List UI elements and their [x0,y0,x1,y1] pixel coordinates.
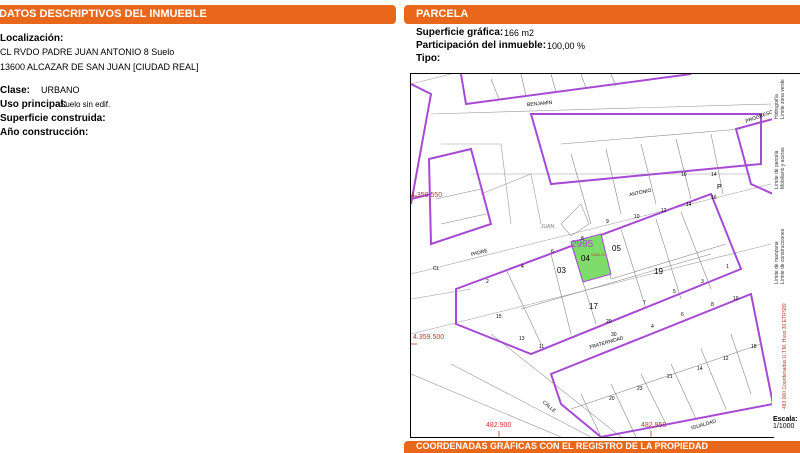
coord-x-right: 482.950 [641,422,667,429]
house-number: 13 [519,336,525,342]
house-number: 5 [673,289,676,295]
parcel-19-label: 19 [654,267,663,276]
house-number: 2 [486,279,489,285]
legend-projection: 483.000 Coordenadas U.T.M. Huso 30 ETRS8… [782,303,788,409]
legend-item-zona-verde: Límite zona verde [780,79,786,119]
coord-y-bottom: 4.359.500 [413,334,445,341]
coordinates-header: COORDENADAS GRÁFICAS CON EL REGISTRO DE … [404,441,800,453]
coord-x-left: 482.900 [486,422,512,429]
scale-box: Escala: 1/1000 [772,416,800,438]
house-number: 10 [634,214,640,220]
superficie-grafica-label: Superficie gráfica: [416,27,504,38]
house-number: 15 [496,314,502,320]
superficie-grafica-value: 166 m2 [504,28,535,38]
house-number: 30 [611,332,617,338]
house-number: 1 [726,264,729,270]
clase-label: Clase: [0,85,31,96]
street-cl: CL [433,266,440,272]
house-number: 21 [667,374,673,380]
legend-item-mobiliario: Mobiliario y aceras [780,147,786,189]
house-number: 20 [609,396,615,402]
address-line2: 13600 ALCAZAR DE SAN JUAN [CIUDAD REAL] [0,62,199,72]
superficie-construida-label: Superficie construida: [0,113,106,124]
parcela-title: PARCELA [416,8,469,20]
house-number: 18 [751,344,757,350]
house-number: 6 [681,312,684,318]
house-number: 9 [606,219,609,225]
house-number: 10 [681,172,687,178]
participacion-value: 100,00 % [547,41,586,51]
parcel-05-label: 05 [612,244,621,253]
localizacion-label: Localización: [0,33,64,44]
house-number: 14 [686,202,692,208]
clase-value: URBANO [41,85,80,95]
house-number: 8 [581,236,584,242]
house-number: 4 [651,324,654,330]
house-number: 14 [711,172,717,178]
map-legend: Límite de parcela Mobiliario y aceras Lí… [772,73,800,437]
tipo-label: Tipo: [416,53,441,64]
uso-value: Suelo sin edif. [60,100,111,109]
legend-item-construcciones: Límite de construcciones [780,228,786,284]
house-number: 8 [711,302,714,308]
house-number: 12 [661,208,667,214]
house-number: 12 [723,356,729,362]
anio-construccion-label: Año construcción: [0,127,89,138]
address-line1: CL RVDO PADRE JUAN ANTONIO 8 Suelo [0,47,175,57]
descriptive-data-header: DATOS DESCRIPTIVOS DEL INMUEBLE [0,5,396,24]
street-juan: JUAN [541,224,555,230]
house-number: 7 [643,300,646,306]
scale-value: 1/1000 [773,423,795,430]
uso-label: Uso principal: [0,99,67,110]
house-number: 20 [606,319,612,325]
house-number: 3 [701,279,704,285]
parcel-04-label: 04 [581,254,590,263]
house-number: 23 [637,386,643,392]
house-number: 14 [697,366,703,372]
street-p: P [717,184,722,191]
coord-y-top: 4.359.550 [411,192,443,199]
parcel-17-label: 17 [589,302,598,311]
participacion-label: Participación del inmueble: [416,40,547,51]
house-number: 16 [711,195,717,201]
parcel-03-label: 03 [557,266,566,275]
cadastral-map[interactable]: 4.359.550 4.359.500 482.900 482.950 2995… [410,73,774,438]
scale-label: Escala: [773,416,798,423]
house-number: 6 [551,249,554,255]
descriptive-data-title: DATOS DESCRIPTIVOS DEL INMUEBLE [0,8,207,20]
parcela-header: PARCELA [404,5,800,24]
parcel-04-note: SUELO [591,252,605,257]
house-number: 11 [539,344,545,350]
house-number: 10 [733,296,739,302]
house-number: 4 [521,264,524,270]
